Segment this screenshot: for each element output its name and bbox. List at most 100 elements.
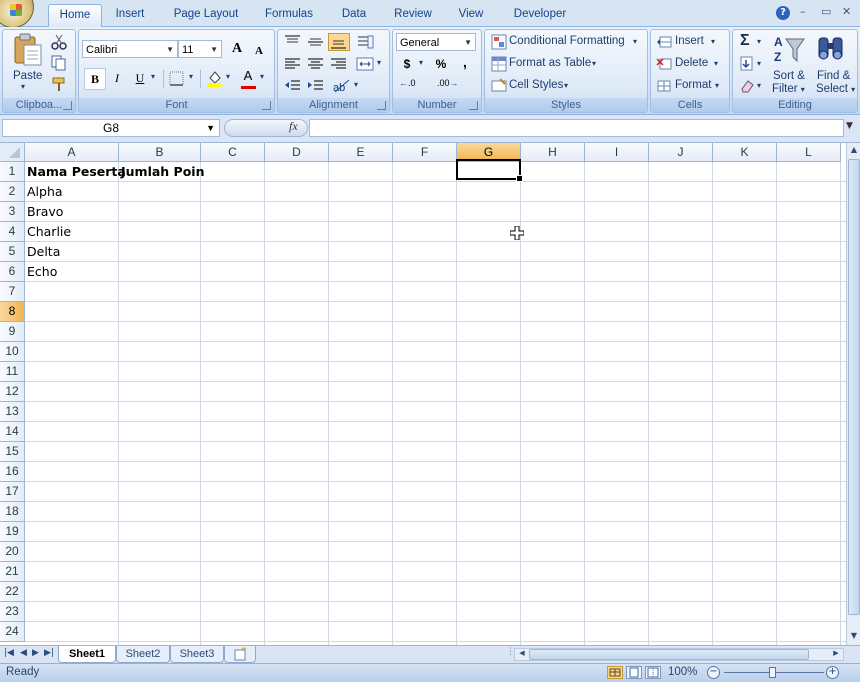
insert-sheet-button[interactable] [224,646,256,663]
font-color-dropdown-icon[interactable]: ▾ [260,72,264,81]
currency-button[interactable]: $ [397,54,417,74]
column-header-l[interactable]: L [777,143,841,162]
autosum-button[interactable]: Σ [740,32,750,50]
horizontal-scroll-thumb[interactable] [529,649,809,660]
align-top-icon[interactable] [284,35,302,49]
find-select-label-1[interactable]: Find & [817,70,850,82]
row-header-20[interactable]: 20 [0,542,25,562]
fill-handle[interactable] [516,175,523,182]
format-painter-icon[interactable] [51,76,67,92]
cell-a3[interactable]: Bravo [25,202,63,222]
office-button[interactable] [0,0,34,28]
clipboard-launcher-icon[interactable] [63,101,72,110]
formula-input[interactable] [309,119,844,137]
row-header-15[interactable]: 15 [0,442,25,462]
minimize-icon[interactable]: – [800,5,806,18]
fill-color-icon[interactable] [206,69,224,87]
tab-page-layout[interactable]: Page Layout [167,4,245,26]
tab-data[interactable]: Data [334,4,374,26]
column-header-b[interactable]: B [119,143,201,162]
first-sheet-icon[interactable]: |◀ [4,648,14,658]
sheet-tab-sheet1[interactable]: Sheet1 [58,646,116,663]
sheet-tab-sheet2[interactable]: Sheet2 [116,646,170,663]
format-button[interactable]: Format [675,79,711,91]
row-header-6[interactable]: 6 [0,262,25,282]
decrease-decimal-button[interactable]: .00→ [437,78,459,88]
zoom-slider-thumb[interactable] [769,667,776,678]
tab-view[interactable]: View [451,4,491,26]
increase-indent-icon[interactable] [307,79,325,93]
column-header-h[interactable]: H [521,143,585,162]
clear-eraser-icon[interactable] [739,78,755,94]
cell-a4[interactable]: Charlie [25,222,71,242]
row-header-5[interactable]: 5 [0,242,25,262]
tab-formulas[interactable]: Formulas [258,4,320,26]
help-icon[interactable]: ? [776,6,790,20]
conditional-formatting-dropdown-icon[interactable]: ▾ [633,37,637,46]
alignment-launcher-icon[interactable] [377,101,386,110]
font-name-select[interactable]: Calibri ▼ [82,40,178,58]
row-header-21[interactable]: 21 [0,562,25,582]
prev-sheet-icon[interactable]: ◀ [20,648,27,658]
align-right-icon[interactable] [330,57,348,71]
row-header-24[interactable]: 24 [0,622,25,642]
row-header-22[interactable]: 22 [0,582,25,602]
select-all-corner[interactable] [0,143,25,162]
insert-function-icon[interactable]: fx [289,119,298,134]
align-left-icon[interactable] [284,57,302,71]
tab-insert[interactable]: Insert [108,4,152,26]
cut-icon[interactable] [51,34,67,50]
tab-developer[interactable]: Developer [505,4,575,26]
font-launcher-icon[interactable] [262,101,271,110]
merge-dropdown-icon[interactable]: ▾ [377,58,381,67]
row-header-8[interactable]: 8 [0,302,25,322]
column-header-j[interactable]: J [649,143,713,162]
row-header-11[interactable]: 11 [0,362,25,382]
text-angle-dropdown-icon[interactable]: ▾ [354,80,358,89]
cell-styles-button[interactable]: Cell Styles [509,79,563,91]
cell-a2[interactable]: Alpha [25,182,63,202]
borders-icon[interactable] [169,71,185,87]
italic-button[interactable]: I [107,68,127,88]
currency-dropdown-icon[interactable]: ▾ [419,58,423,67]
paste-dropdown-icon[interactable]: ▾ [21,82,25,91]
row-header-7[interactable]: 7 [0,282,25,302]
chevron-down-icon[interactable]: ▼ [206,120,215,136]
worksheet-grid[interactable]: A B C D E F G H I J K L 1 2 3 4 5 6 7 8 9 10 11 12 13 14 15 16 17 18 1… [0,143,846,645]
decrease-indent-icon[interactable] [284,79,302,93]
align-middle-icon[interactable] [307,35,325,49]
column-header-f[interactable]: F [393,143,457,162]
row-header-14[interactable]: 14 [0,422,25,442]
delete-button[interactable]: Delete [675,57,708,69]
name-box[interactable]: G8 ▼ [2,119,220,137]
cell-b1[interactable]: Jumlah Poin [119,162,204,182]
expand-formula-bar-icon[interactable]: ▼ [846,121,853,131]
row-header-4[interactable]: 4 [0,222,25,242]
row-header-19[interactable]: 19 [0,522,25,542]
close-icon[interactable]: ✕ [842,5,851,18]
column-header-d[interactable]: D [265,143,329,162]
restore-icon[interactable]: ▭ [821,5,831,18]
row-header-16[interactable]: 16 [0,462,25,482]
format-as-table-button[interactable]: Format as Table [509,57,591,69]
orientation-icon[interactable] [356,34,374,50]
insert-dropdown-icon[interactable]: ▾ [711,37,715,46]
format-dropdown-icon[interactable]: ▾ [715,81,719,90]
cell-a5[interactable]: Delta [25,242,60,262]
format-as-table-dropdown-icon[interactable]: ▾ [592,59,596,68]
column-header-i[interactable]: I [585,143,649,162]
copy-icon[interactable] [51,55,67,71]
font-color-button[interactable]: A [238,66,258,86]
clear-dropdown-icon[interactable]: ▾ [757,81,761,90]
page-layout-view-button[interactable] [626,666,642,679]
row-header-2[interactable]: 2 [0,182,25,202]
delete-dropdown-icon[interactable]: ▾ [714,59,718,68]
insert-button[interactable]: Insert [675,35,704,47]
grow-font-button[interactable]: A [227,39,247,59]
cell-a6[interactable]: Echo [25,262,57,282]
increase-decimal-button[interactable]: ←.0 [399,78,416,88]
cell-a1[interactable]: Nama Peserta [25,162,126,182]
sheet-tab-sheet3[interactable]: Sheet3 [170,646,224,663]
number-format-select[interactable]: General ▼ [396,33,476,51]
number-launcher-icon[interactable] [469,101,478,110]
